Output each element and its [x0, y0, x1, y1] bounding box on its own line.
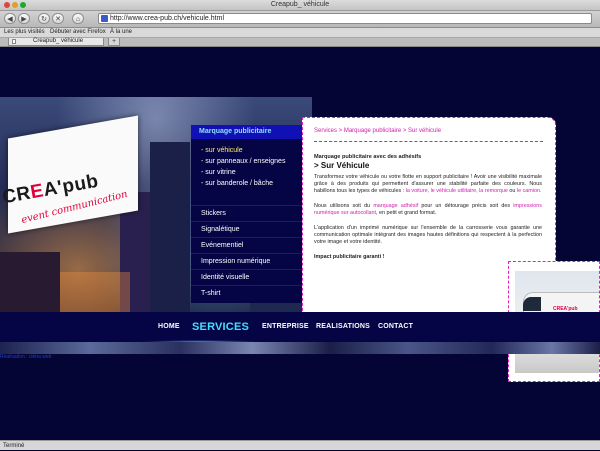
bookmarks-bar: Les plus visités Débuter avec Firefox À …: [0, 28, 600, 38]
tab-strip: Creapub_ véhicule +: [0, 38, 600, 47]
menu-heading[interactable]: Marquage publicitaire: [191, 125, 302, 139]
reload-icon[interactable]: ↻: [38, 13, 50, 24]
nav-realisations[interactable]: REALISATIONS: [316, 312, 370, 342]
menu-item-evenementiel[interactable]: Evénementiel: [191, 237, 302, 253]
page-icon: [12, 39, 16, 44]
menu-item-stickers[interactable]: Stickers: [191, 205, 302, 221]
submenu-item-panneaux[interactable]: - sur panneaux / enseignes: [191, 156, 302, 167]
article-subtitle: > Sur Véhicule: [314, 161, 370, 170]
paragraph-2: Nous utilisons soit du marquage adhésif …: [314, 203, 542, 216]
menu-item-identite[interactable]: Identité visuelle: [191, 269, 302, 285]
submenu-item-vitrine[interactable]: - sur vitrine: [191, 167, 302, 178]
menu-item-tshirt[interactable]: T-shirt: [191, 285, 302, 301]
footer-link[interactable]: Réalisation : cléria web: [0, 354, 51, 360]
menu-item-impression[interactable]: Impression numérique: [191, 253, 302, 269]
url-input[interactable]: http://www.crea-pub.ch/vehicule.html: [98, 13, 592, 24]
browser-toolbar: ◀ ▶ ↻ ✕ ⌂ http://www.crea-pub.ch/vehicul…: [0, 11, 600, 28]
main-menu: Stickers Signalétique Evénementiel Impre…: [191, 205, 302, 301]
tab-creapub[interactable]: Creapub_ véhicule: [8, 38, 104, 46]
stop-icon[interactable]: ✕: [52, 13, 64, 24]
url-text: http://www.crea-pub.ch/vehicule.html: [110, 15, 224, 22]
submenu-item-vehicule[interactable]: - sur véhicule: [191, 145, 302, 156]
favicon-icon: [101, 15, 108, 22]
marquage-adhesif-link[interactable]: marquage adhésif: [373, 203, 418, 209]
decorative-strip: [0, 342, 600, 354]
window-titlebar: Creapub_ véhicule: [0, 0, 600, 11]
bookmark-most-visited[interactable]: Les plus visités: [4, 28, 45, 37]
nav-entreprise[interactable]: ENTREPRISE: [262, 312, 309, 342]
divider: [314, 141, 543, 142]
submenu-item-banderole[interactable]: - sur banderole / bâche: [191, 178, 302, 189]
back-icon[interactable]: ◀: [4, 13, 16, 24]
paragraph-1: Transformez votre véhicule ou votre flot…: [314, 174, 542, 194]
menu-item-signaletique[interactable]: Signalétique: [191, 221, 302, 237]
hero-section: CREA'pub event communication Marquage pu…: [0, 97, 600, 382]
window-title: Creapub_ véhicule: [270, 1, 330, 8]
main-nav: HOME SERVICES ENTREPRISE REALISATIONS CO…: [0, 312, 600, 344]
home-icon[interactable]: ⌂: [72, 13, 84, 24]
sidebar-menu: Marquage publicitaire - sur véhicule - s…: [191, 125, 302, 303]
new-tab-button[interactable]: +: [108, 38, 120, 46]
vehicle-types-link[interactable]: la voiture, le véhicule utilitaire, la r…: [406, 188, 508, 194]
status-bar: Terminé: [0, 440, 600, 450]
submenu: - sur véhicule - sur panneaux / enseigne…: [191, 145, 302, 197]
tab-title: Creapub_ véhicule: [33, 38, 84, 44]
article-title: Marquage publicitaire avec des adhésifs: [314, 154, 422, 160]
closing-line: Impact publicitaire garanti !: [314, 254, 385, 260]
article: Marquage publicitaire avec des adhésifs …: [314, 154, 542, 269]
nav-contact[interactable]: CONTACT: [378, 312, 413, 342]
camion-link[interactable]: le camion.: [517, 188, 542, 194]
web-page: CREA'pub event communication Marquage pu…: [0, 47, 600, 440]
forward-icon[interactable]: ▶: [18, 13, 30, 24]
paragraph-3: L'application d'un imprimé numérique sur…: [314, 225, 542, 245]
breadcrumb[interactable]: Services > Marquage publicitaire > Sur v…: [314, 128, 441, 134]
nav-services[interactable]: SERVICES: [192, 312, 249, 342]
bookmark-headlines[interactable]: À la une: [110, 28, 132, 37]
bookmark-getting-started[interactable]: Débuter avec Firefox: [50, 28, 106, 37]
nav-home[interactable]: HOME: [158, 312, 180, 342]
